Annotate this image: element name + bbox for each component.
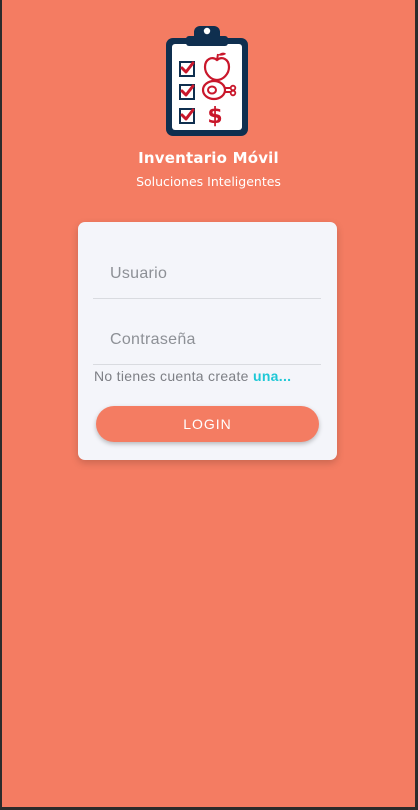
signup-prompt: No tienes cuenta create una...: [94, 368, 330, 384]
clipboard-checklist-icon: $: [166, 26, 248, 136]
app-screen: $ Inventario Móvil Soluciones Inteligent…: [2, 0, 415, 807]
checkbox-icon-1: [179, 61, 195, 77]
app-title: Inventario Móvil: [138, 149, 279, 167]
checkbox-icon-3: [179, 108, 195, 124]
app-subtitle: Soluciones Inteligentes: [136, 174, 281, 189]
login-button[interactable]: LOGIN: [96, 406, 319, 442]
signup-prompt-text: No tienes cuenta create: [94, 368, 253, 384]
signup-link[interactable]: una...: [253, 368, 291, 384]
checkbox-icon-2: [179, 84, 195, 100]
dollar-icon: $: [207, 104, 222, 129]
username-input[interactable]: [93, 250, 321, 299]
password-input[interactable]: [93, 315, 321, 365]
login-card: No tienes cuenta create una... LOGIN: [78, 222, 337, 460]
